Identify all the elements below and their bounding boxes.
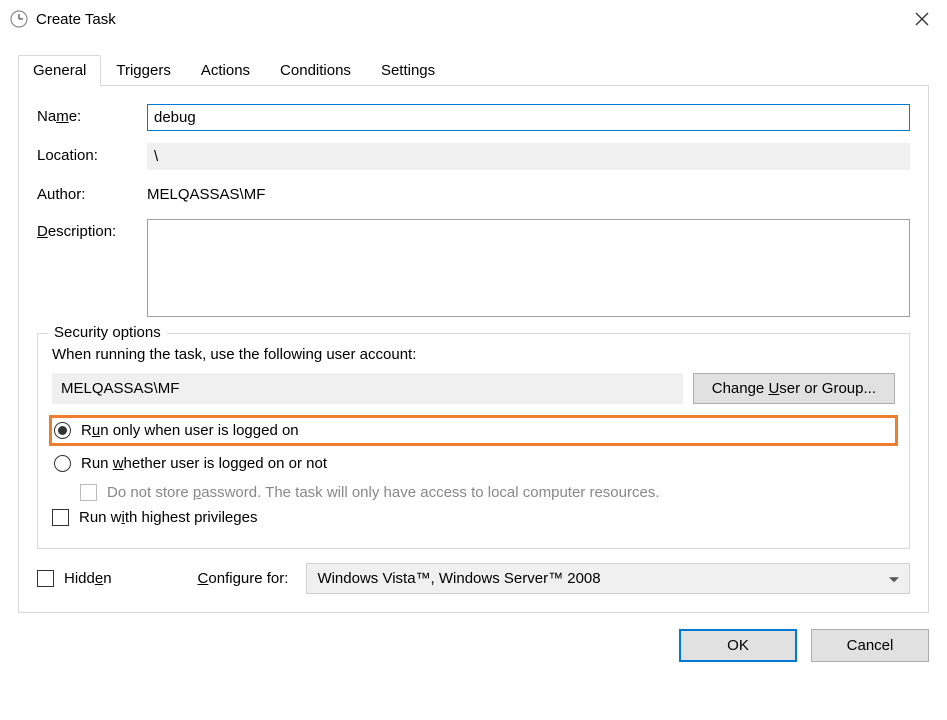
checkbox-icon	[52, 509, 69, 526]
tab-triggers[interactable]: Triggers	[101, 55, 185, 86]
close-icon	[915, 12, 929, 26]
checkbox-label: Run with highest privileges	[79, 509, 257, 526]
checkbox-label: Hidden	[64, 570, 112, 587]
description-label: Description:	[37, 219, 147, 240]
checkbox-label: Do not store password. The task will onl…	[107, 484, 660, 501]
radio-label: Run whether user is logged on or not	[81, 455, 327, 472]
radio-label: Run only when user is logged on	[81, 422, 299, 439]
checkbox-do-not-store-password: Do not store password. The task will onl…	[80, 484, 895, 501]
description-input[interactable]	[147, 219, 910, 317]
author-value: MELQASSAS\MF	[147, 182, 910, 207]
tab-settings[interactable]: Settings	[366, 55, 450, 86]
security-legend: Security options	[48, 324, 167, 341]
close-button[interactable]	[897, 0, 947, 38]
radio-icon	[54, 422, 71, 439]
general-panel: Name: Location: \ Author: MELQASSAS\MF D…	[18, 86, 929, 613]
tab-actions[interactable]: Actions	[186, 55, 265, 86]
radio-run-only-logged-on[interactable]: Run only when user is logged on	[52, 418, 895, 443]
tab-strip: General Triggers Actions Conditions Sett…	[18, 54, 929, 86]
location-label: Location:	[37, 143, 147, 164]
configure-for-dropdown[interactable]: Windows Vista™, Windows Server™ 2008	[306, 563, 910, 594]
checkbox-icon	[80, 484, 97, 501]
checkbox-run-highest-privileges[interactable]: Run with highest privileges	[52, 509, 895, 526]
dialog-content: General Triggers Actions Conditions Sett…	[0, 38, 947, 680]
tab-general[interactable]: General	[18, 55, 101, 86]
radio-run-whether-logged-on[interactable]: Run whether user is logged on or not	[52, 451, 895, 476]
radio-icon	[54, 455, 71, 472]
task-scheduler-icon	[10, 10, 28, 28]
tab-conditions[interactable]: Conditions	[265, 55, 366, 86]
change-user-button[interactable]: Change User or Group...	[693, 373, 895, 404]
name-input[interactable]	[147, 104, 910, 131]
author-label: Author:	[37, 182, 147, 203]
security-options-group: Security options When running the task, …	[37, 333, 910, 549]
dialog-button-row: OK Cancel	[18, 629, 929, 662]
checkbox-icon	[37, 570, 54, 587]
cancel-button[interactable]: Cancel	[811, 629, 929, 662]
dropdown-value: Windows Vista™, Windows Server™ 2008	[317, 570, 600, 587]
ok-button[interactable]: OK	[679, 629, 797, 662]
security-account-field: MELQASSAS\MF	[52, 373, 683, 404]
security-instruction: When running the task, use the following…	[52, 346, 895, 363]
titlebar: Create Task	[0, 0, 947, 38]
name-label: Name:	[37, 104, 147, 125]
location-value: \	[147, 143, 910, 170]
checkbox-hidden[interactable]: Hidden	[37, 570, 112, 587]
window-title: Create Task	[36, 11, 897, 28]
configure-for-label: Configure for:	[198, 570, 289, 587]
